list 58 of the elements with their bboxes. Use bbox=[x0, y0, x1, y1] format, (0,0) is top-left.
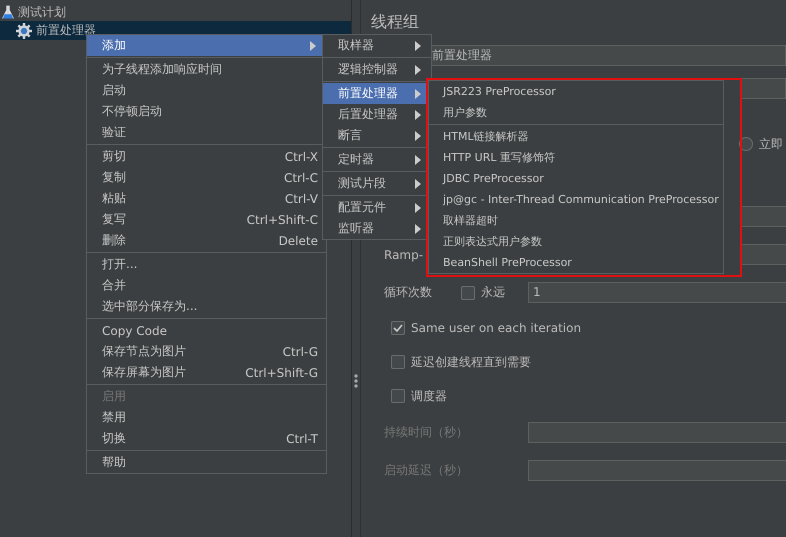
menu-item[interactable]: JSR223 PreProcessor bbox=[429, 81, 723, 102]
field-label: Ramp- bbox=[384, 248, 424, 262]
menu-item[interactable]: 禁用 bbox=[87, 407, 326, 428]
menu-item[interactable]: 逻辑控制器 bbox=[323, 59, 431, 80]
menu-item[interactable]: Copy Code bbox=[87, 320, 326, 341]
checkbox[interactable] bbox=[391, 389, 405, 403]
checkbox[interactable] bbox=[391, 355, 405, 369]
input-field[interactable] bbox=[528, 460, 786, 481]
menu-item[interactable]: 测试片段 bbox=[323, 173, 431, 194]
checkbox-label: 延迟创建线程直到需要 bbox=[411, 354, 531, 370]
menu-item[interactable]: 复写 Ctrl+Shift-C bbox=[87, 209, 326, 230]
menu-item[interactable]: 粘贴 Ctrl-V bbox=[87, 188, 326, 209]
menu-item[interactable]: 配置元件 bbox=[323, 197, 431, 218]
menu-item[interactable]: 合并 bbox=[87, 275, 326, 296]
gear-icon bbox=[16, 22, 32, 38]
menu-item[interactable]: 定时器 bbox=[323, 149, 431, 170]
menu-item[interactable]: 打开... bbox=[87, 254, 326, 275]
menu-item[interactable]: jp@gc - Inter-Thread Communication PreProcessor bbox=[429, 189, 723, 210]
radio-label: 立即 bbox=[759, 136, 783, 152]
checkbox-label: 永远 bbox=[481, 284, 505, 301]
menu-item[interactable]: 保存屏幕为图片 Ctrl+Shift-G bbox=[87, 362, 326, 383]
panel-title: 线程组 bbox=[371, 12, 420, 33]
flask-icon bbox=[2, 4, 14, 20]
input-field[interactable] bbox=[528, 422, 786, 443]
splitter-grip-icon[interactable] bbox=[354, 374, 358, 388]
checkbox[interactable] bbox=[391, 321, 405, 335]
menu-item[interactable]: 帮助 bbox=[87, 452, 326, 473]
menu-item[interactable]: 为子线程添加响应时间 bbox=[87, 59, 326, 80]
loop-count-field[interactable]: 1 bbox=[528, 282, 786, 303]
menu-item[interactable]: JDBC PreProcessor bbox=[429, 168, 723, 189]
menu-item[interactable]: 后置处理器 bbox=[323, 104, 431, 125]
input-field[interactable] bbox=[741, 206, 786, 227]
menu-item[interactable]: 监听器 bbox=[323, 218, 431, 239]
field-label: 持续时间（秒） bbox=[384, 424, 468, 441]
menu-item[interactable]: 删除 Delete bbox=[87, 230, 326, 251]
menu-item[interactable]: HTML链接解析器 bbox=[429, 126, 723, 147]
menu-item[interactable]: 选中部分保存为... bbox=[87, 296, 326, 317]
field-label: 循环次数 bbox=[384, 284, 432, 301]
menu-item[interactable]: HTTP URL 重写修饰符 bbox=[429, 147, 723, 168]
menu-item[interactable]: 保存节点为图片 Ctrl-G bbox=[87, 341, 326, 362]
input-field[interactable] bbox=[741, 244, 786, 265]
menu-item[interactable]: 复制 Ctrl-C bbox=[87, 167, 326, 188]
menu-item[interactable]: 用户参数 bbox=[429, 102, 723, 123]
checkbox[interactable] bbox=[461, 286, 475, 300]
menu-item[interactable]: 验证 bbox=[87, 122, 326, 143]
menu-item[interactable]: 剪切 Ctrl-X bbox=[87, 146, 326, 167]
field-label: 启动延迟（秒） bbox=[384, 462, 468, 479]
checkbox-label: 调度器 bbox=[411, 388, 447, 404]
menu-item[interactable]: 正则表达式用户参数 bbox=[429, 231, 723, 252]
menu-item[interactable]: 断言 bbox=[323, 125, 431, 146]
menu-item[interactable]: 切换 Ctrl-T bbox=[87, 428, 326, 449]
checkbox-label: Same user on each iteration bbox=[411, 321, 582, 335]
menu-item[interactable]: BeanShell PreProcessor bbox=[429, 252, 723, 273]
tree-item[interactable]: 测试计划 bbox=[0, 3, 351, 21]
menu-item[interactable]: 不停顿启动 bbox=[87, 101, 326, 122]
comment-field[interactable] bbox=[741, 78, 786, 99]
menu-item[interactable]: 取样器超时 bbox=[429, 210, 723, 231]
menu-item[interactable]: 启动 bbox=[87, 80, 326, 101]
